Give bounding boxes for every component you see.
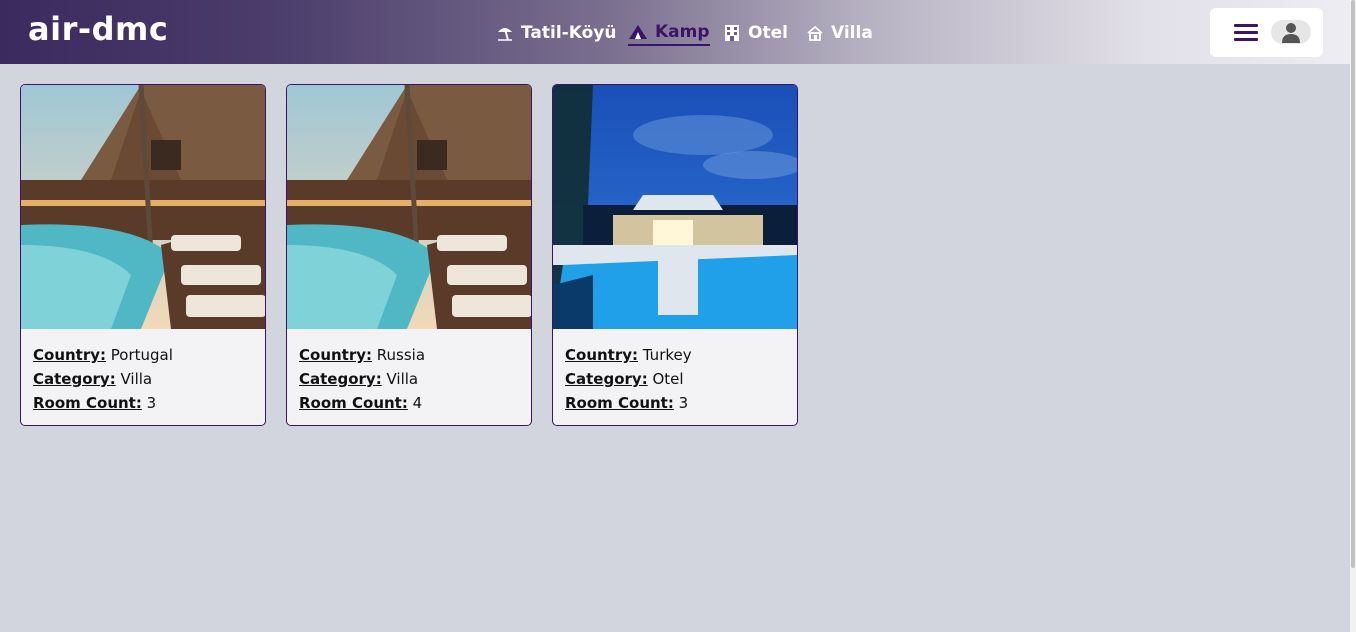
villa-house-icon	[807, 25, 823, 41]
nav-label: Kamp	[655, 22, 710, 42]
hotel-building-icon	[725, 25, 739, 41]
site-logo[interactable]: air-dmc	[28, 10, 168, 48]
card-details: Country: Portugal Category: Villa Room C…	[33, 343, 173, 415]
country-label: Country:	[565, 346, 639, 364]
nav-item-villa[interactable]: Villa	[806, 20, 873, 46]
category-value: Otel	[652, 370, 684, 388]
property-card[interactable]: Country: Russia Category: Villa Room Cou…	[286, 84, 532, 426]
category-value: Villa	[120, 370, 153, 388]
room-count-value: 3	[678, 394, 689, 412]
nav-item-kamp[interactable]: Kamp	[628, 20, 710, 46]
category-value: Villa	[386, 370, 419, 388]
room-count-value: 3	[146, 394, 157, 412]
property-card[interactable]: Country: Turkey Category: Otel Room Coun…	[552, 84, 798, 426]
card-details: Country: Turkey Category: Otel Room Coun…	[565, 343, 692, 415]
nav-label: Otel	[748, 23, 788, 43]
room-count-label: Room Count:	[33, 394, 142, 412]
night-hotel-pool-photo	[553, 85, 797, 329]
nav-item-tatil-koyu[interactable]: Tatil-Köyü	[496, 20, 616, 46]
category-label: Category:	[33, 370, 116, 388]
nav-item-otel[interactable]: Otel	[723, 20, 788, 46]
room-count-label: Room Count:	[299, 394, 408, 412]
room-count-value: 4	[412, 394, 423, 412]
nav-label: Tatil-Köyü	[521, 23, 617, 43]
hamburger-menu-icon[interactable]	[1234, 24, 1258, 42]
card-details: Country: Russia Category: Villa Room Cou…	[299, 343, 425, 415]
user-avatar-icon[interactable]	[1271, 20, 1311, 44]
category-label: Category:	[299, 370, 382, 388]
category-label: Category:	[565, 370, 648, 388]
country-value: Turkey	[642, 346, 692, 364]
user-menu-box	[1210, 8, 1323, 57]
country-value: Russia	[376, 346, 426, 364]
tent-icon	[629, 25, 647, 39]
country-label: Country:	[33, 346, 107, 364]
room-count-label: Room Count:	[565, 394, 674, 412]
country-value: Portugal	[110, 346, 173, 364]
resort-pool-deck-photo	[21, 85, 265, 329]
page-scrollbar[interactable]	[1350, 0, 1356, 632]
beach-umbrella-icon	[498, 28, 512, 41]
resort-pool-deck-photo	[287, 85, 531, 329]
nav-label: Villa	[831, 23, 873, 43]
property-card[interactable]: Country: Portugal Category: Villa Room C…	[20, 84, 266, 426]
country-label: Country:	[299, 346, 373, 364]
top-header: air-dmc Tatil-Köyü Kamp Otel Villa	[0, 0, 1350, 64]
